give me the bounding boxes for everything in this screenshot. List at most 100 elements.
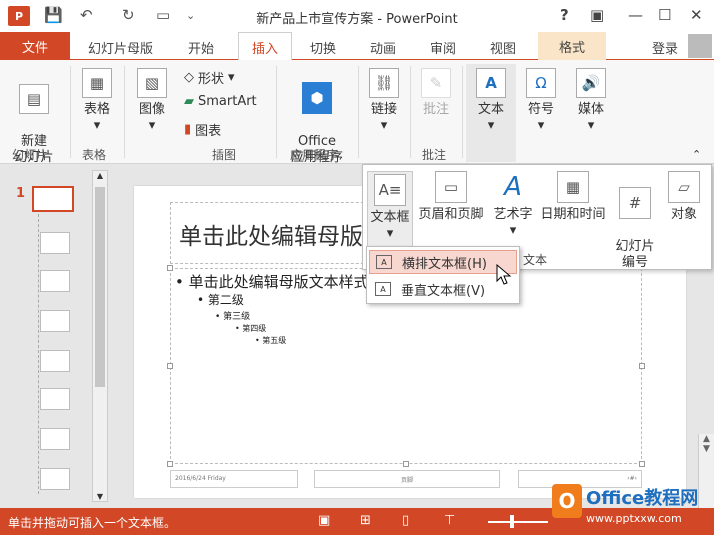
layout-thumbnail[interactable] <box>40 388 70 410</box>
tab-insert[interactable]: 插入 <box>238 32 292 61</box>
layout-thumbnail[interactable] <box>40 428 70 450</box>
watermark-name: Office教程网 <box>586 488 699 509</box>
object-icon: ▱ <box>668 171 700 203</box>
slide-number-button[interactable]: # 幻灯片 编号 <box>611 171 659 271</box>
mouse-pointer-icon <box>496 264 512 285</box>
normal-view-icon[interactable]: ▣ <box>318 513 330 528</box>
layout-thumbnail[interactable] <box>40 310 70 332</box>
group-label-slides: 幻灯片 <box>12 148 49 162</box>
zoom-slider-handle[interactable] <box>510 515 514 528</box>
level2-text: • 第二级 <box>197 293 244 307</box>
text-icon: A <box>476 68 506 98</box>
gallery-group-label: 文本 <box>523 253 548 267</box>
thumbnail-scrollbar[interactable]: ▲ ▼ <box>92 170 108 502</box>
resize-handle[interactable] <box>639 363 645 369</box>
speaker-icon: 🔊 <box>576 68 606 98</box>
image-icon: ▧ <box>137 68 167 98</box>
omega-symbol-icon: Ω <box>526 68 556 98</box>
vertical-textbox-icon: A <box>375 282 391 296</box>
resize-handle[interactable] <box>167 363 173 369</box>
layout-thumbnail[interactable] <box>40 270 70 292</box>
slide-master-thumbnail[interactable] <box>32 186 74 212</box>
object-button[interactable]: ▱ 对象 <box>661 171 707 223</box>
wordart-button[interactable]: A 艺术字 ▾ <box>489 171 537 239</box>
menu-item-horizontal-textbox[interactable]: A 横排文本框(H) <box>369 250 517 274</box>
textbox-button[interactable]: A≡ 文本框 ▾ <box>367 171 413 251</box>
shapes-icon: ◇ <box>184 70 194 85</box>
image-button[interactable]: ▧ 图像 ▾ <box>132 68 172 134</box>
tab-view[interactable]: 视图 <box>490 38 516 57</box>
scroll-up-icon[interactable]: ▲ <box>93 171 107 180</box>
horizontal-textbox-icon: A <box>376 255 392 269</box>
office-logo-icon: O <box>552 484 582 518</box>
tab-home[interactable]: 开始 <box>188 38 214 57</box>
collapse-ribbon-icon[interactable]: ⌃ <box>692 148 701 161</box>
layout-thumbnail[interactable] <box>40 350 70 372</box>
shapes-button[interactable]: ◇ 形状 ▾ <box>184 68 235 87</box>
table-icon: ▦ <box>82 68 112 98</box>
resize-handle[interactable] <box>167 461 173 467</box>
level5-text: • 第五级 <box>255 336 287 345</box>
scroll-thumb[interactable] <box>95 187 105 387</box>
chart-icon: ▮ <box>184 122 192 137</box>
maximize-icon[interactable]: ☐ <box>658 6 671 24</box>
group-label-illustrations: 插图 <box>212 148 237 162</box>
resize-handle[interactable] <box>639 461 645 467</box>
level4-text: • 第四级 <box>235 324 267 333</box>
scroll-down-icon[interactable]: ▼ <box>93 492 107 501</box>
media-button[interactable]: 🔊 媒体 ▾ <box>570 68 612 134</box>
group-label-table: 表格 <box>82 148 107 162</box>
group-label-apps: 应用程序 <box>290 148 339 162</box>
header-footer-button[interactable]: ▭ 页眉和页脚 <box>415 171 487 223</box>
footer-date[interactable]: 2016/6/24 Friday <box>170 470 298 488</box>
slide-thumbnail-pane: 1 ▲ ▼ <box>0 164 114 508</box>
footer-center[interactable]: 页脚 <box>314 470 500 488</box>
level3-text: • 第三级 <box>215 312 251 322</box>
login-link[interactable]: 登录 <box>652 38 678 57</box>
smartart-button[interactable]: ▰ SmartArt <box>184 94 257 109</box>
tab-animations[interactable]: 动画 <box>370 38 396 57</box>
calendar-icon: ▦ <box>557 171 589 203</box>
tab-format[interactable]: 格式 <box>538 32 606 60</box>
resize-handle[interactable] <box>167 265 173 271</box>
ribbon: ▤ 新建 幻灯片 幻灯片 ▦ 表格 ▾ 表格 ▧ 图像 ▾ ◇ 形状 ▾ ▰ SmartA… <box>0 60 714 165</box>
header-footer-icon: ▭ <box>435 171 467 203</box>
site-watermark: O Office教程网 www.pptxxw.com <box>552 482 712 530</box>
textbox-icon: A≡ <box>374 174 406 206</box>
level1-text: • 单击此处编辑母版文本样式 <box>175 273 369 291</box>
new-slide-icon: ▤ <box>19 84 49 114</box>
group-label-comments: 批注 <box>422 148 447 162</box>
layout-thumbnail[interactable] <box>40 232 70 254</box>
link-button[interactable]: ⛓ 链接 ▾ <box>364 68 404 134</box>
symbol-button[interactable]: Ω 符号 ▾ <box>520 68 562 134</box>
slide-sorter-icon[interactable]: ⊞ <box>360 513 371 528</box>
date-time-button[interactable]: ▦ 日期和时间 <box>537 171 609 223</box>
zoom-slider[interactable] <box>488 521 548 523</box>
layout-thumbnail[interactable] <box>40 468 70 490</box>
close-icon[interactable]: ✕ <box>690 6 703 24</box>
tab-transitions[interactable]: 切换 <box>310 38 336 57</box>
window-title: 新产品上市宣传方案 - PowerPoint <box>256 12 458 27</box>
chart-button[interactable]: ▮ 图表 <box>184 120 221 139</box>
ribbon-display-icon[interactable]: ▣ <box>590 6 604 24</box>
table-button[interactable]: ▦ 表格 ▾ <box>78 68 116 134</box>
resize-handle[interactable] <box>403 461 409 467</box>
tab-review[interactable]: 审阅 <box>430 38 456 57</box>
reading-view-icon[interactable]: ▯ <box>402 513 409 528</box>
text-button[interactable]: A 文本 ▾ <box>470 68 512 134</box>
tab-slide-master[interactable]: 幻灯片母版 <box>88 38 153 57</box>
link-icon: ⛓ <box>369 68 399 98</box>
minimize-icon[interactable]: — <box>628 6 643 24</box>
status-message: 单击并拖动可插入一个文本框。 <box>8 516 177 530</box>
tab-file[interactable]: 文件 <box>0 32 70 60</box>
avatar[interactable] <box>688 34 712 58</box>
help-icon[interactable]: ? <box>560 6 569 24</box>
office-store-icon: ⬢ <box>302 82 332 114</box>
slideshow-view-icon[interactable]: ⊤ <box>444 513 455 528</box>
smartart-icon: ▰ <box>184 94 194 109</box>
comment-icon: ✎ <box>421 68 451 98</box>
menu-item-vertical-textbox[interactable]: A 垂直文本框(V) <box>369 277 517 301</box>
comment-button[interactable]: ✎ 批注 <box>416 68 456 118</box>
watermark-url: www.pptxxw.com <box>586 512 682 525</box>
ribbon-tabs: 文件 幻灯片母版 开始 插入 切换 动画 审阅 视图 格式 登录 <box>0 32 714 61</box>
